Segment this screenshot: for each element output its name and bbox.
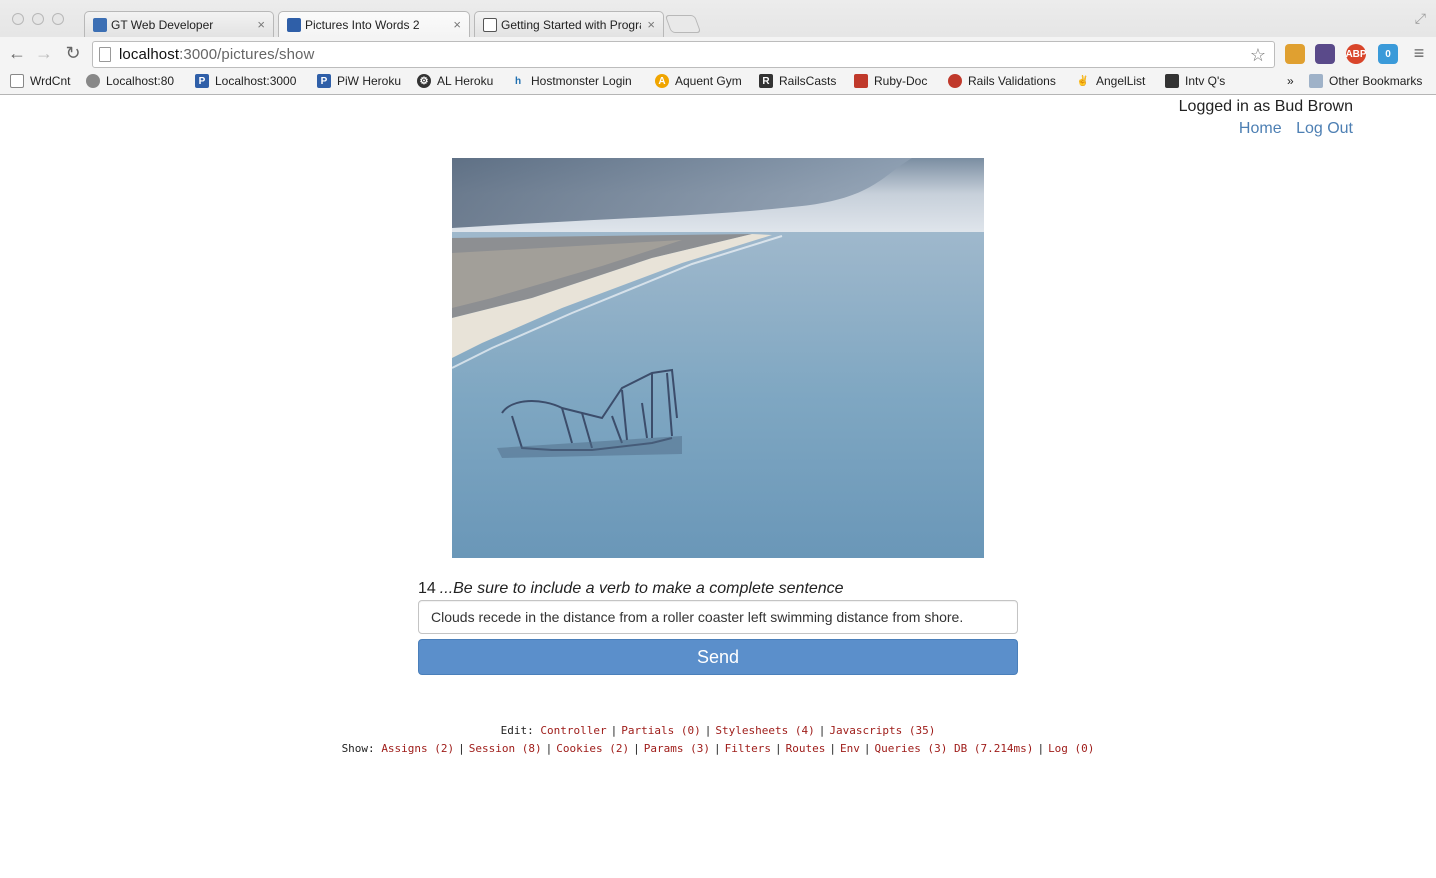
ext-bookmark-icon[interactable] <box>1285 44 1305 64</box>
prompt-picture <box>452 158 984 558</box>
send-button[interactable]: Send <box>418 639 1018 675</box>
zoom-window-button[interactable] <box>52 13 64 25</box>
show-filters-link[interactable]: Filters <box>725 742 771 755</box>
account-box: Logged in as Bud Brown Home Log Out <box>1179 98 1353 138</box>
ruby-icon <box>854 74 868 88</box>
close-tab-icon[interactable]: × <box>257 17 265 32</box>
railscasts-icon: R <box>759 74 773 88</box>
edit-stylesheets-link[interactable]: Stylesheets (4) <box>715 724 814 737</box>
url-host: localhost <box>119 46 180 63</box>
code-icon <box>93 17 107 32</box>
globe-icon <box>86 74 100 88</box>
bookmark-al-heroku[interactable]: ⚙ AL Heroku <box>417 74 493 88</box>
bookmark-piw-heroku[interactable]: P PiW Heroku <box>317 74 401 88</box>
rails-icon <box>948 74 962 88</box>
home-link[interactable]: Home <box>1239 120 1282 137</box>
ghostery-icon[interactable]: 0 <box>1378 44 1398 64</box>
show-queries-link[interactable]: Queries (3) DB (7.214ms) <box>874 742 1033 755</box>
address-bar[interactable]: localhost:3000/pictures/show ☆ <box>92 41 1275 68</box>
bookmark-rails-validations[interactable]: Rails Validations <box>948 74 1056 88</box>
close-window-button[interactable] <box>12 13 24 25</box>
folder-icon <box>1309 74 1323 88</box>
tab-getting-started[interactable]: Getting Started with Progra × <box>474 11 664 37</box>
peace-hand-icon: ✌ <box>1076 75 1090 87</box>
bookmark-localhost-3000[interactable]: P Localhost:3000 <box>195 74 296 88</box>
p-logo-icon: P <box>195 74 209 88</box>
hm-logo-icon: h <box>514 75 522 87</box>
prompt-number: 14 <box>418 580 436 597</box>
prompt-hint: ...Be sure to include a verb to make a c… <box>439 580 844 597</box>
c-logo-icon <box>483 17 497 32</box>
show-assigns-link[interactable]: Assigns (2) <box>381 742 454 755</box>
bookmark-intv-qs[interactable]: Intv Q's <box>1165 74 1225 88</box>
bookmark-ruby-doc[interactable]: Ruby-Doc <box>854 74 927 88</box>
show-cookies-link[interactable]: Cookies (2) <box>556 742 629 755</box>
close-tab-icon[interactable]: × <box>647 17 655 32</box>
adblock-icon[interactable]: ABP <box>1345 44 1367 64</box>
back-icon[interactable]: ← <box>6 44 28 62</box>
ext-mask-icon[interactable] <box>1315 44 1335 64</box>
bookmark-hostmonster[interactable]: h Hostmonster Login <box>511 74 632 88</box>
edit-controller-link[interactable]: Controller <box>540 724 606 737</box>
logout-link[interactable]: Log Out <box>1296 120 1353 137</box>
bookmarks-bar: WrdCnt Localhost:80 P Localhost:3000 P PiW… <box>0 70 1436 94</box>
page-icon <box>99 47 111 62</box>
p-logo-icon: P <box>317 74 331 88</box>
close-tab-icon[interactable]: × <box>453 17 461 32</box>
aquent-icon: A <box>655 74 669 88</box>
tab-pictures-into-words[interactable]: Pictures Into Words 2 × <box>278 11 470 37</box>
browser-chrome: GT Web Developer × Pictures Into Words 2… <box>0 0 1436 95</box>
tab-gt-web-developer[interactable]: GT Web Developer × <box>84 11 274 37</box>
footnotes-show-row: Show: Assigns (2) | Session (8) | Cookies (2… <box>341 742 1095 755</box>
new-tab-button[interactable] <box>664 15 702 33</box>
bookmark-aquent-gym[interactable]: A Aquent Gym <box>655 74 742 88</box>
page-icon <box>10 74 24 88</box>
bookmark-angellist[interactable]: ✌ AngelList <box>1076 74 1146 88</box>
prompt-line: 14 ...Be sure to include a verb to make a… <box>418 580 844 598</box>
bookmark-star-icon[interactable]: ☆ <box>1250 45 1266 66</box>
rails-footnotes: Edit: Controller | Partials (0) | Stylesheet… <box>0 722 1436 758</box>
show-routes-link[interactable]: Routes <box>786 742 826 755</box>
fullscreen-icon[interactable]: ⤢ <box>1415 10 1426 27</box>
minimize-window-button[interactable] <box>32 13 44 25</box>
reload-icon[interactable]: ↻ <box>62 44 84 62</box>
url-path: :3000/pictures/show <box>179 46 315 63</box>
bookmark-localhost-80[interactable]: Localhost:80 <box>86 74 174 88</box>
image-icon <box>1165 74 1179 88</box>
sentence-input[interactable] <box>418 600 1018 634</box>
other-bookmarks-folder[interactable]: Other Bookmarks <box>1309 74 1422 88</box>
forward-icon[interactable]: → <box>33 44 55 62</box>
show-log-link[interactable]: Log (0) <box>1048 742 1094 755</box>
footnotes-edit-row: Edit: Controller | Partials (0) | Stylesheet… <box>500 724 936 737</box>
show-session-link[interactable]: Session (8) <box>469 742 542 755</box>
show-env-link[interactable]: Env <box>840 742 860 755</box>
show-params-link[interactable]: Params (3) <box>644 742 710 755</box>
gear-icon: ⚙ <box>417 74 431 88</box>
bookmarks-overflow-button[interactable]: » <box>1287 74 1294 88</box>
bookmark-railscasts[interactable]: R RailsCasts <box>759 74 836 88</box>
edit-partials-link[interactable]: Partials (0) <box>621 724 700 737</box>
roller-coaster-in-ocean-photo <box>452 158 984 558</box>
browser-toolbar: ← → ↻ localhost:3000/pictures/show ☆ ABP… <box>0 37 1436 70</box>
logged-in-label: Logged in as Bud Brown <box>1178 98 1353 115</box>
p-logo-icon <box>287 17 301 32</box>
edit-javascripts-link[interactable]: Javascripts (35) <box>829 724 935 737</box>
bookmark-wrdcnt[interactable]: WrdCnt <box>10 74 70 88</box>
menu-icon[interactable]: ≡ <box>1408 44 1430 62</box>
